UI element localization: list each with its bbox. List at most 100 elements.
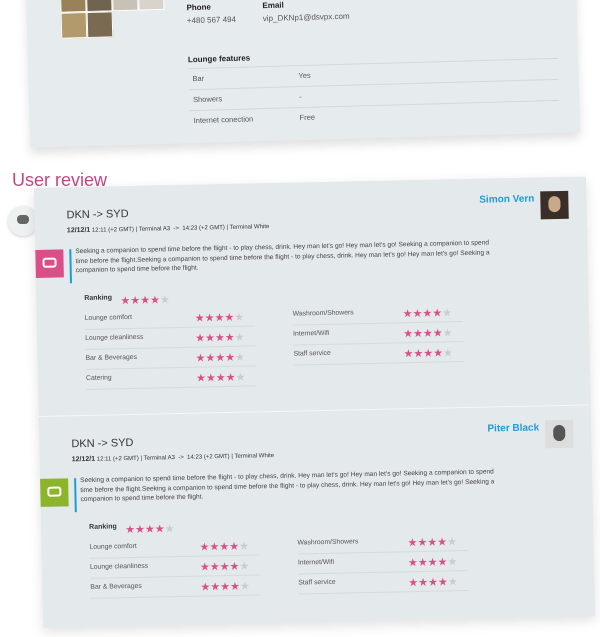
star-empty-icon: ★	[446, 536, 458, 549]
email-value[interactable]: vip_DKNp1@dsvpx.com	[263, 12, 350, 23]
criterion-name: Staff service	[293, 349, 331, 358]
route-arrow: ->	[178, 454, 184, 462]
ranking-stars: ★★★★★	[120, 290, 170, 309]
ranking-label: Ranking	[89, 523, 117, 531]
phone-value: +480 567 494	[186, 14, 237, 26]
departure-time: 12:11 (+2 GMT)	[96, 455, 139, 463]
criterion-name: Lounge cleanliness	[85, 333, 144, 342]
star-empty-icon: ★	[235, 371, 246, 384]
flight-details: 12/12/1 12:11 (+2 GMT) | Terminal A3 -> …	[66, 224, 270, 235]
flight-date: 12/12/1	[66, 226, 91, 235]
quote-bar	[69, 249, 73, 284]
star-filled-icon: ★	[205, 372, 216, 385]
rating-row: Washroom/Showers ★★★★★	[297, 532, 468, 555]
star-filled-icon: ★	[437, 536, 448, 549]
star-empty-icon: ★	[447, 556, 458, 569]
user-name-link[interactable]: Piter Black	[487, 422, 539, 434]
lounge-photo[interactable]	[86, 11, 114, 39]
lounge-photo-gallery[interactable]	[59, 0, 165, 39]
criterion-name: Internet/Wifi	[293, 329, 330, 338]
ranking-stars: ★★★★★	[125, 519, 175, 538]
arrival-time: 14:23 (+2 GMT)	[187, 453, 230, 461]
rating-row: Bar & Beverages ★★★★★	[90, 576, 261, 599]
rating-row: Lounge comfort ★★★★★	[84, 307, 255, 330]
feature-value: Free	[299, 112, 316, 123]
star-filled-icon: ★	[194, 312, 205, 325]
arrival-time: 14:23 (+2 GMT)	[182, 225, 225, 232]
star-filled-icon: ★	[209, 561, 220, 574]
star-empty-icon: ★	[234, 351, 246, 364]
star-filled-icon: ★	[195, 372, 207, 385]
terminal-to: Terminal White	[229, 224, 270, 231]
star-filled-icon: ★	[427, 556, 438, 569]
star-filled-icon: ★	[204, 332, 216, 345]
feature-name: Showers	[192, 94, 223, 105]
star-empty-icon: ★	[159, 294, 170, 307]
star-filled-icon: ★	[144, 523, 155, 536]
star-filled-icon: ★	[433, 347, 444, 360]
rating-row: Internet/Wifi ★★★★★	[297, 551, 469, 575]
lounge-sofa-icon	[35, 249, 64, 278]
criterion-name: Bar & Beverages	[85, 353, 138, 362]
user-avatar[interactable]	[544, 419, 574, 449]
star-filled-icon: ★	[413, 347, 424, 361]
lounge-photo[interactable]	[59, 0, 87, 13]
lounge-photo[interactable]	[111, 0, 139, 12]
star-filled-icon: ★	[220, 580, 231, 594]
star-filled-icon: ★	[423, 347, 434, 360]
star-filled-icon: ★	[412, 327, 424, 341]
star-filled-icon: ★	[412, 307, 423, 321]
star-filled-icon: ★	[214, 312, 225, 325]
criterion-name: Internet/Wifi	[297, 558, 335, 567]
star-filled-icon: ★	[407, 557, 418, 570]
criterion-stars: ★★★★★	[195, 328, 245, 347]
rating-row: Bar & Beverages ★★★★★	[85, 347, 256, 370]
phone-block: Phone +480 567 494	[186, 2, 237, 26]
star-empty-icon: ★	[164, 523, 175, 536]
rating-row: Staff service ★★★★★	[293, 343, 464, 366]
criterion-stars: ★★★★★	[408, 552, 458, 571]
criterion-stars: ★★★★★	[195, 348, 245, 367]
departure-time: 12:11 (+2 GMT)	[91, 226, 135, 234]
star-filled-icon: ★	[422, 307, 433, 320]
star-filled-icon: ★	[125, 523, 136, 537]
star-filled-icon: ★	[225, 351, 236, 365]
rating-row: Staff service ★★★★★	[298, 571, 469, 595]
lounge-photo[interactable]	[137, 0, 165, 11]
star-filled-icon: ★	[224, 331, 235, 345]
star-filled-icon: ★	[200, 581, 211, 594]
star-filled-icon: ★	[205, 352, 216, 365]
star-filled-icon: ★	[427, 536, 438, 549]
review-text: Seeking a companion to spend time before…	[75, 239, 490, 275]
criterion-stars: ★★★★★	[195, 308, 245, 327]
lounge-photo[interactable]	[60, 12, 88, 39]
star-filled-icon: ★	[229, 540, 240, 553]
user-avatar[interactable]	[540, 190, 569, 220]
star-empty-icon: ★	[234, 311, 245, 324]
star-filled-icon: ★	[417, 536, 428, 550]
criterion-name: Staff service	[298, 578, 336, 587]
star-filled-icon: ★	[219, 560, 230, 574]
phone-label: Phone	[186, 2, 212, 13]
lounge-photo[interactable]	[85, 0, 113, 13]
criterion-stars: ★★★★★	[200, 577, 250, 596]
star-filled-icon: ★	[140, 294, 151, 307]
star-empty-icon: ★	[238, 540, 250, 553]
criterion-stars: ★★★★★	[408, 572, 458, 591]
star-filled-icon: ★	[432, 327, 443, 340]
criterion-name: Lounge cleanliness	[89, 562, 149, 571]
star-filled-icon: ★	[403, 328, 414, 341]
route-title: DKN -> SYD	[71, 436, 134, 451]
email-block: Email vip_DKNp1@dsvpx.com	[262, 0, 350, 24]
star-filled-icon: ★	[149, 294, 161, 307]
flight-date: 12/12/1	[71, 455, 96, 464]
reviews-panel: DKN -> SYD 12/12/1 12:11 (+2 GMT) | Term…	[34, 176, 596, 637]
flight-details: 12/12/1 12:11 (+2 GMT) | Terminal A3 -> …	[71, 453, 275, 464]
route-title: DKN -> SYD	[66, 208, 129, 222]
user-name-link[interactable]: Simon Vern	[479, 194, 534, 206]
star-filled-icon: ★	[229, 580, 241, 593]
terminal-to: Terminal White	[234, 453, 275, 460]
star-filled-icon: ★	[418, 576, 429, 590]
star-filled-icon: ★	[215, 372, 226, 385]
criterion-name: Washroom/Showers	[292, 309, 354, 318]
